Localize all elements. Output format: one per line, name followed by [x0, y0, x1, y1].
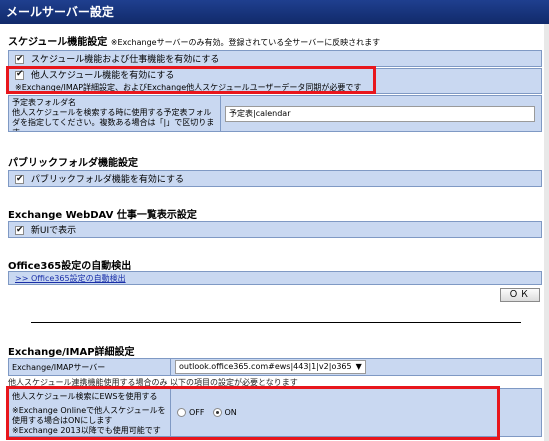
public-folder-row: パブリックフォルダ機能を有効にする: [8, 170, 542, 187]
page-title: メールサーバー設定: [0, 0, 549, 24]
public-folder-heading: パブリックフォルダ機能設定: [8, 158, 138, 169]
imap-partial-text: 他人スケジュール連携機能使用する場合のみ 以下の項目の設定が必要となります: [8, 378, 298, 386]
office365-detect-link[interactable]: >> Office365設定の自動検出: [15, 274, 126, 283]
imap-server-select[interactable]: outlook.office365.com#ews|443|1|v2|o365 …: [175, 360, 366, 374]
ok-button[interactable]: ＯＫ: [500, 288, 540, 302]
webdav-newui-checkbox[interactable]: [15, 224, 24, 236]
imap-server-row: Exchange/IMAPサーバー outlook.office365.com#…: [8, 358, 542, 376]
folder-name-label: 予定表フォルダ名 他人スケジュールを検索する時に使用する予定表フォルダを指定して…: [9, 96, 221, 131]
schedule-section: スケジュール機能設定 ※Exchangeサーバーのみ有効。登録されている全サーバ…: [8, 33, 380, 48]
highlight-box: [6, 66, 376, 94]
imap-server-value: outlook.office365.com#ews|443|1|v2|o365: [179, 362, 352, 371]
schedule-enable-label: スケジュール機能および仕事機能を有効にする: [30, 55, 220, 65]
imap-heading: Exchange/IMAP詳細設定: [8, 347, 135, 358]
office365-row: >> Office365設定の自動検出: [8, 271, 542, 285]
folder-name-input[interactable]: [225, 105, 535, 122]
imap-server-label: Exchange/IMAPサーバー: [9, 359, 171, 375]
schedule-note: ※Exchangeサーバーのみ有効。登録されている全サーバーに反映されます: [110, 38, 381, 47]
schedule-heading: スケジュール機能設定: [8, 37, 108, 48]
imap-server-cell: outlook.office365.com#ews|443|1|v2|o365 …: [171, 359, 541, 375]
schedule-enable-checkbox[interactable]: [15, 53, 24, 65]
folder-name-row: 予定表フォルダ名 他人スケジュールを検索する時に使用する予定表フォルダを指定して…: [8, 95, 542, 132]
scrollbar[interactable]: [544, 24, 549, 441]
highlight-box-ews: [6, 386, 500, 440]
webdav-heading: Exchange WebDAV 仕事一覧表示設定: [8, 210, 197, 221]
webdav-row: 新UIで表示: [8, 221, 542, 238]
office365-heading: Office365設定の自動検出: [8, 261, 132, 272]
schedule-enable-row: スケジュール機能および仕事機能を有効にする: [8, 50, 542, 67]
webdav-newui-label: 新UIで表示: [30, 226, 77, 236]
public-folder-label: パブリックフォルダ機能を有効にする: [30, 175, 184, 185]
chevron-down-icon: ▼: [355, 362, 362, 371]
public-folder-checkbox[interactable]: [15, 173, 24, 185]
folder-name-cell: [221, 96, 541, 131]
divider: [31, 322, 521, 323]
